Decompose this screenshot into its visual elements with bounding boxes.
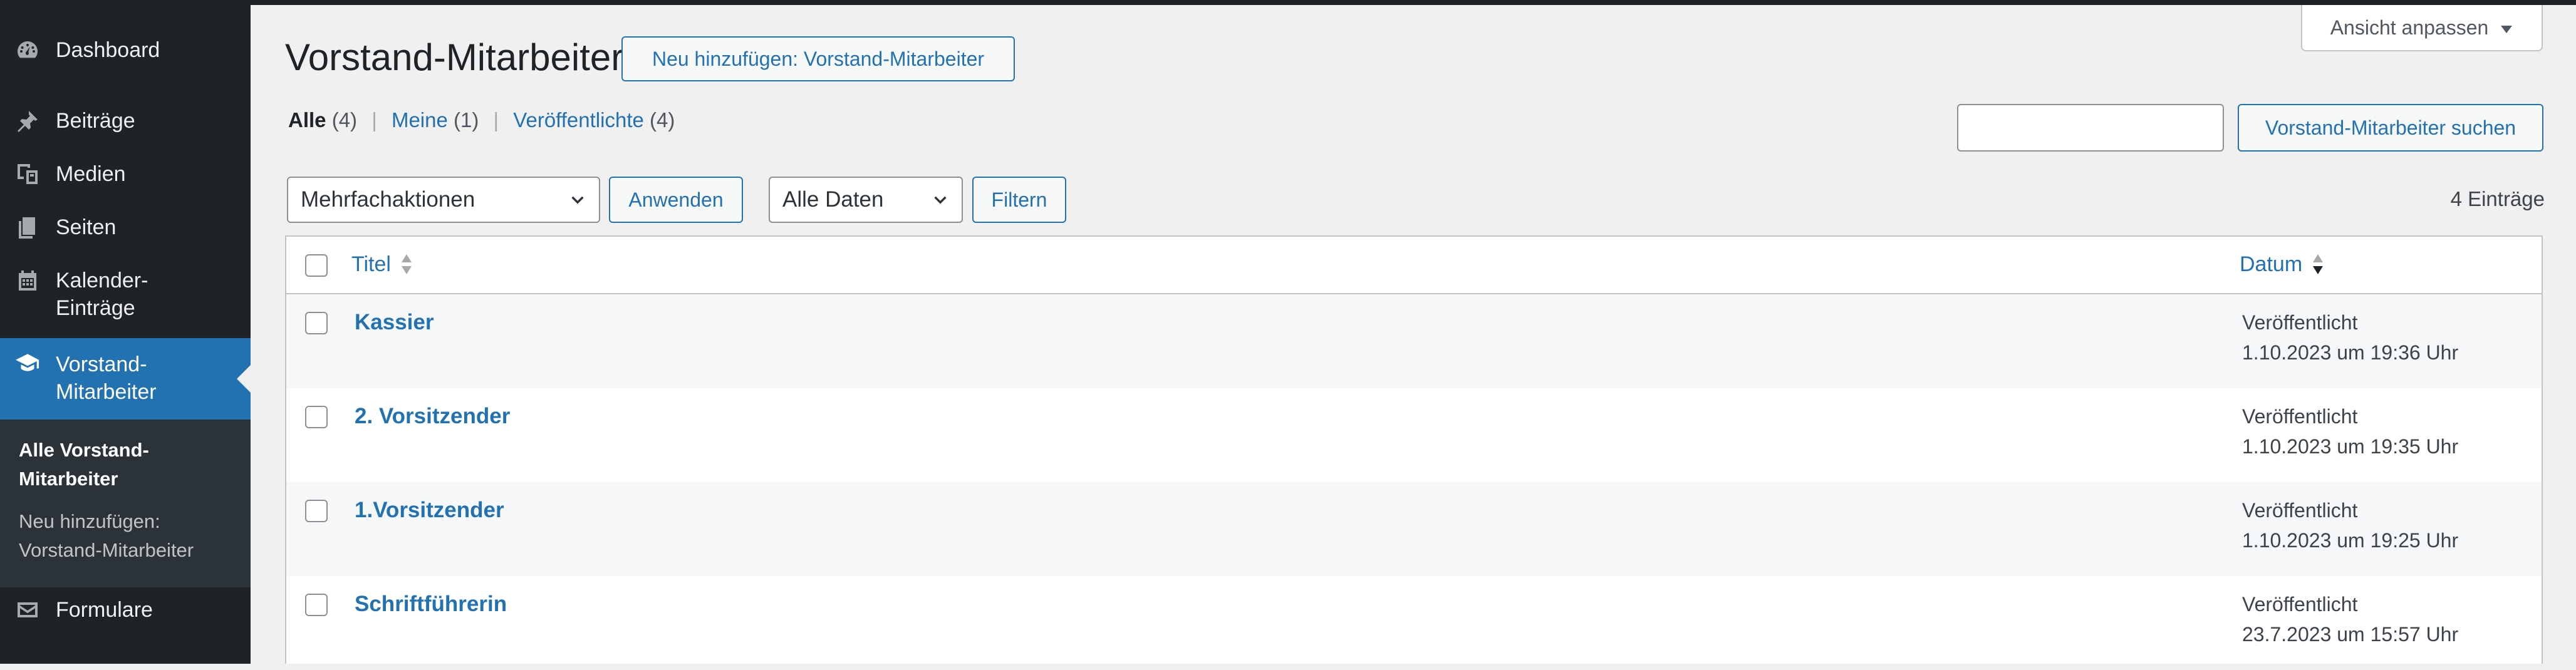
sidebar-item-label: Seiten bbox=[56, 215, 117, 239]
column-title-label: Titel bbox=[351, 252, 391, 276]
sidebar-item-label: Vorstand- bbox=[56, 353, 147, 376]
admin-bar bbox=[0, 0, 2576, 5]
view-published-link[interactable]: Veröffentlichte bbox=[513, 108, 644, 131]
post-status: Veröffentlicht bbox=[2242, 311, 2358, 334]
sidebar-item-dashboard[interactable]: Dashboard bbox=[0, 36, 251, 64]
submenu-item-label: Alle Vorstand- bbox=[19, 439, 149, 461]
submenu-item-label: Neu hinzufügen: bbox=[19, 510, 160, 532]
chevron-down-icon bbox=[934, 196, 947, 204]
posts-table: Titel Datum Kassier Veröffentlicht 1.10.… bbox=[285, 235, 2543, 664]
post-datetime: 1.10.2023 um 19:35 Uhr bbox=[2242, 435, 2459, 458]
sidebar-item-pages[interactable]: Seiten bbox=[0, 214, 251, 241]
sidebar-item-vorstand-mitarbeiter[interactable]: Vorstand- Mitarbeiter bbox=[0, 338, 251, 420]
sidebar-item-calendar[interactable]: Kalender- Einträge bbox=[0, 267, 251, 322]
post-title-link[interactable]: Kassier bbox=[355, 308, 434, 337]
view-separator: | bbox=[371, 108, 377, 131]
screen-options-button[interactable]: Ansicht anpassen bbox=[2301, 5, 2543, 51]
table-row: 2. Vorsitzender Veröffentlicht 1.10.2023… bbox=[286, 388, 2542, 482]
graduation-cap-icon bbox=[14, 349, 41, 377]
view-mine-link[interactable]: Meine bbox=[392, 108, 448, 131]
sidebar-item-label: Kalender- bbox=[56, 269, 148, 292]
post-title-link[interactable]: Schriftführerin bbox=[355, 590, 507, 619]
table-row: 1.Vorsitzender Veröffentlicht 1.10.2023 … bbox=[286, 482, 2542, 576]
table-row: Kassier Veröffentlicht 1.10.2023 um 19:3… bbox=[286, 294, 2542, 388]
row-checkbox[interactable] bbox=[305, 406, 328, 428]
sidebar-item-label-line2: Einträge bbox=[56, 296, 135, 320]
filter-button[interactable]: Filtern bbox=[972, 177, 1066, 223]
sort-desc-icon bbox=[2313, 254, 2324, 274]
pages-icon bbox=[14, 214, 41, 241]
view-separator: | bbox=[493, 108, 499, 131]
sidebar-item-forms[interactable]: Formulare bbox=[0, 596, 251, 624]
submenu-item-label-line2: Vorstand-Mitarbeiter bbox=[19, 539, 194, 561]
post-title-link[interactable]: 2. Vorsitzender bbox=[355, 402, 510, 431]
sort-icon bbox=[401, 254, 412, 274]
media-icon bbox=[14, 160, 41, 188]
row-checkbox[interactable] bbox=[305, 312, 328, 334]
bulk-actions-select[interactable]: Mehrfachaktionen bbox=[287, 177, 600, 223]
sidebar-submenu: Alle Vorstand- Mitarbeiter Neu hinzufüge… bbox=[0, 420, 251, 587]
sidebar-item-posts[interactable]: Beiträge bbox=[0, 107, 251, 135]
apply-button[interactable]: Anwenden bbox=[609, 177, 743, 223]
calendar-icon bbox=[14, 267, 41, 294]
post-datetime: 23.7.2023 um 15:57 Uhr bbox=[2242, 623, 2459, 646]
post-status: Veröffentlicht bbox=[2242, 593, 2358, 616]
sidebar-item-label: Beiträge bbox=[56, 109, 135, 133]
search-submit-button[interactable]: Vorstand-Mitarbeiter suchen bbox=[2238, 104, 2543, 152]
post-title-link[interactable]: 1.Vorsitzender bbox=[355, 496, 504, 525]
select-all-checkbox[interactable] bbox=[305, 254, 328, 277]
row-checkbox[interactable] bbox=[305, 500, 328, 522]
caret-down-icon bbox=[2500, 16, 2513, 39]
table-row: Schriftführerin Veröffentlicht 23.7.2023… bbox=[286, 576, 2542, 670]
post-status: Veröffentlicht bbox=[2242, 499, 2358, 522]
dashboard-icon bbox=[14, 36, 41, 64]
bulk-actions-value: Mehrfachaktionen bbox=[301, 187, 475, 212]
post-datetime: 1.10.2023 um 19:36 Uhr bbox=[2242, 341, 2459, 364]
submenu-item-all[interactable]: Alle Vorstand- Mitarbeiter bbox=[19, 436, 238, 493]
date-filter-value: Alle Daten bbox=[782, 187, 884, 212]
envelope-icon bbox=[14, 596, 41, 624]
sidebar-item-media[interactable]: Medien bbox=[0, 160, 251, 188]
column-date-sort[interactable]: Datum bbox=[2240, 250, 2325, 278]
page-title: Vorstand-Mitarbeiter bbox=[285, 36, 624, 78]
column-title-sort[interactable]: Titel bbox=[351, 250, 413, 278]
admin-sidebar: Dashboard Beiträge Medien Seiten Kalende… bbox=[0, 5, 251, 664]
add-new-button[interactable]: Neu hinzufügen: Vorstand-Mitarbeiter bbox=[621, 36, 1015, 81]
table-header: Titel Datum bbox=[286, 237, 2542, 294]
view-published-count: (4) bbox=[650, 108, 675, 131]
sidebar-item-label-line2: Mitarbeiter bbox=[56, 380, 157, 404]
pin-icon bbox=[14, 107, 41, 135]
view-mine-count: (1) bbox=[454, 108, 479, 131]
search-input[interactable] bbox=[1957, 104, 2224, 152]
screen-options-label: Ansicht anpassen bbox=[2330, 16, 2489, 39]
chevron-down-icon bbox=[571, 196, 584, 204]
sidebar-item-label: Dashboard bbox=[56, 38, 160, 62]
sidebar-item-label: Formulare bbox=[56, 598, 153, 622]
items-count: 4 Einträge bbox=[2450, 187, 2545, 210]
view-all-link[interactable]: Alle bbox=[288, 108, 326, 131]
row-checkbox[interactable] bbox=[305, 594, 328, 616]
view-all-count: (4) bbox=[331, 108, 358, 131]
submenu-item-add-new[interactable]: Neu hinzufügen: Vorstand-Mitarbeiter bbox=[19, 507, 238, 565]
sidebar-item-label: Medien bbox=[56, 162, 126, 186]
post-datetime: 1.10.2023 um 19:25 Uhr bbox=[2242, 529, 2459, 552]
column-date-label: Datum bbox=[2240, 252, 2303, 276]
view-filters: Alle (4) | Meine (1) | Veröffentlichte (… bbox=[288, 106, 675, 134]
submenu-item-label-line2: Mitarbeiter bbox=[19, 468, 118, 490]
date-filter-select[interactable]: Alle Daten bbox=[769, 177, 963, 223]
post-status: Veröffentlicht bbox=[2242, 405, 2358, 428]
